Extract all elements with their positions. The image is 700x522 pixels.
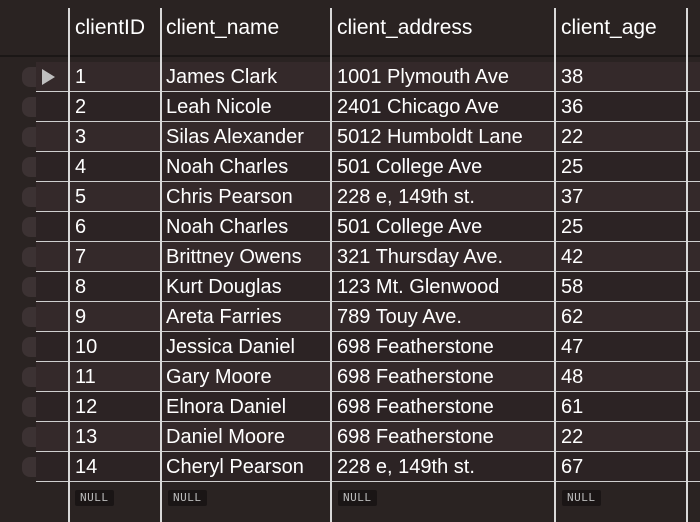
client-age-cell[interactable]: 62 [561,302,681,332]
client-name-cell[interactable]: Brittney Owens [166,242,326,272]
client-address-cell[interactable]: 5012 Humboldt Lane [337,122,551,152]
table-row[interactable]: 1 James Clark 1001 Plymouth Ave 38 [0,62,700,92]
clientid-cell[interactable]: 4 [75,152,155,182]
table-row[interactable]: 2 Leah Nicole 2401 Chicago Ave 36 [0,92,700,122]
client-age-cell[interactable]: 67 [561,452,681,482]
clientid-cell[interactable]: 10 [75,332,155,362]
client-address-cell[interactable]: 698 Featherstone [337,422,551,452]
column-divider [554,8,556,522]
column-divider [686,8,688,522]
client-age-cell[interactable]: 25 [561,212,681,242]
client-address-cell[interactable]: 1001 Plymouth Ave [337,62,551,92]
client-age-cell[interactable]: 61 [561,392,681,422]
client-name-cell[interactable]: Leah Nicole [166,92,326,122]
client-address-cell[interactable]: 123 Mt. Glenwood [337,272,551,302]
column-header-client-address[interactable]: client_address [337,8,472,48]
column-header-client-age[interactable]: client_age [561,8,657,48]
clientid-cell[interactable]: 9 [75,302,155,332]
client-age-cell[interactable]: 22 [561,422,681,452]
client-address-cell[interactable]: 2401 Chicago Ave [337,92,551,122]
table-row[interactable]: 8 Kurt Douglas 123 Mt. Glenwood 58 [0,272,700,302]
header-divider [0,55,700,57]
table-row[interactable]: 7 Brittney Owens 321 Thursday Ave. 42 [0,242,700,272]
null-badge[interactable]: NULL [562,490,601,506]
client-address-cell[interactable]: 501 College Ave [337,152,551,182]
client-address-cell[interactable]: 228 e, 149th st. [337,182,551,212]
client-name-cell[interactable]: Areta Farries [166,302,326,332]
table-row[interactable]: 12 Elnora Daniel 698 Featherstone 61 [0,392,700,422]
client-address-cell[interactable]: 698 Featherstone [337,332,551,362]
clientid-cell[interactable]: 6 [75,212,155,242]
client-age-cell[interactable]: 42 [561,242,681,272]
column-divider [68,8,70,522]
grid-header: clientID client_name client_address clie… [0,8,700,48]
client-age-cell[interactable]: 48 [561,362,681,392]
new-row-placeholder[interactable]: NULL NULL NULL NULL [0,482,700,522]
clientid-cell[interactable]: 7 [75,242,155,272]
client-address-cell[interactable]: 698 Featherstone [337,392,551,422]
table-row[interactable]: 10 Jessica Daniel 698 Featherstone 47 [0,332,700,362]
client-name-cell[interactable]: Elnora Daniel [166,392,326,422]
client-name-cell[interactable]: James Clark [166,62,326,92]
column-divider [160,8,162,522]
client-age-cell[interactable]: 38 [561,62,681,92]
table-row[interactable]: 13 Daniel Moore 698 Featherstone 22 [0,422,700,452]
clientid-cell[interactable]: 8 [75,272,155,302]
clientid-cell[interactable]: 1 [75,62,155,92]
client-address-cell[interactable]: 789 Touy Ave. [337,302,551,332]
clientid-cell[interactable]: 3 [75,122,155,152]
table-row[interactable]: 11 Gary Moore 698 Featherstone 48 [0,362,700,392]
client-age-cell[interactable]: 36 [561,92,681,122]
client-address-cell[interactable]: 228 e, 149th st. [337,452,551,482]
client-age-cell[interactable]: 37 [561,182,681,212]
client-age-cell[interactable]: 25 [561,152,681,182]
column-divider [330,8,332,522]
client-age-cell[interactable]: 58 [561,272,681,302]
client-age-cell[interactable]: 22 [561,122,681,152]
column-header-clientid[interactable]: clientID [75,8,145,48]
table-row[interactable]: 9 Areta Farries 789 Touy Ave. 62 [0,302,700,332]
table-row[interactable]: 5 Chris Pearson 228 e, 149th st. 37 [0,182,700,212]
client-age-cell[interactable]: 47 [561,332,681,362]
clientid-cell[interactable]: 5 [75,182,155,212]
client-name-cell[interactable]: Jessica Daniel [166,332,326,362]
null-badge[interactable]: NULL [75,490,114,506]
client-name-cell[interactable]: Gary Moore [166,362,326,392]
client-name-cell[interactable]: Chris Pearson [166,182,326,212]
null-badge[interactable]: NULL [168,490,207,506]
client-name-cell[interactable]: Silas Alexander [166,122,326,152]
table-row[interactable]: 4 Noah Charles 501 College Ave 25 [0,152,700,182]
client-name-cell[interactable]: Noah Charles [166,152,326,182]
client-name-cell[interactable]: Daniel Moore [166,422,326,452]
client-address-cell[interactable]: 698 Featherstone [337,362,551,392]
clientid-cell[interactable]: 2 [75,92,155,122]
play-triangle-icon [42,69,55,85]
client-name-cell[interactable]: Cheryl Pearson [166,452,326,482]
client-name-cell[interactable]: Kurt Douglas [166,272,326,302]
clientid-cell[interactable]: 14 [75,452,155,482]
column-header-client-name[interactable]: client_name [166,8,279,48]
table-row[interactable]: 14 Cheryl Pearson 228 e, 149th st. 67 [0,452,700,482]
table-row[interactable]: 3 Silas Alexander 5012 Humboldt Lane 22 [0,122,700,152]
clientid-cell[interactable]: 13 [75,422,155,452]
client-name-cell[interactable]: Noah Charles [166,212,326,242]
null-badge[interactable]: NULL [338,490,377,506]
client-address-cell[interactable]: 321 Thursday Ave. [337,242,551,272]
clientid-cell[interactable]: 11 [75,362,155,392]
clientid-cell[interactable]: 12 [75,392,155,422]
table-row[interactable]: 6 Noah Charles 501 College Ave 25 [0,212,700,242]
result-grid[interactable]: clientID client_name client_address clie… [0,0,700,522]
client-address-cell[interactable]: 501 College Ave [337,212,551,242]
